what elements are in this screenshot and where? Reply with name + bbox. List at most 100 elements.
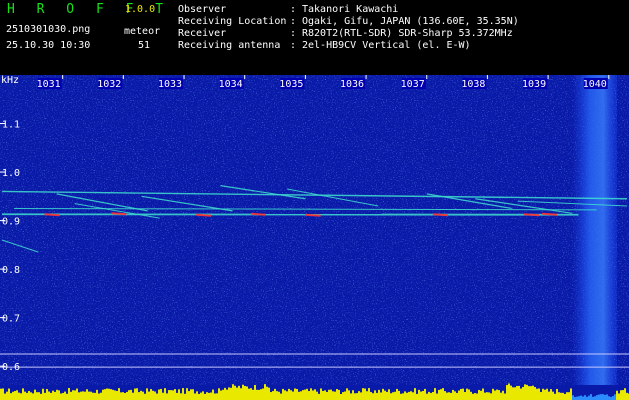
audio-level-column — [486, 392, 488, 400]
audio-level-column — [336, 389, 338, 400]
audio-level-column — [312, 390, 314, 400]
audio-level-column — [162, 392, 164, 400]
audio-level-column — [366, 391, 368, 400]
audio-level-column — [224, 387, 226, 400]
audio-level-column — [286, 391, 288, 400]
audio-level-column — [446, 392, 448, 400]
audio-level-column — [528, 386, 530, 400]
audio-level-column — [34, 389, 36, 400]
audio-level-column — [202, 391, 204, 400]
audio-level-column — [344, 391, 346, 400]
audio-level-column — [352, 390, 354, 400]
audio-level-column — [376, 392, 378, 400]
audio-level-column — [444, 391, 446, 400]
antenna-value: 2el-HB9CV Vertical (el. E-W) — [302, 40, 471, 51]
audio-level-column — [108, 388, 110, 400]
audio-level-column — [220, 390, 222, 400]
audio-level-column — [90, 391, 92, 400]
audio-level-column — [62, 392, 64, 400]
audio-level-column — [512, 387, 514, 400]
audio-level-column — [442, 388, 444, 400]
audio-level-column — [136, 388, 138, 400]
audio-level-column — [318, 393, 320, 400]
audio-level-column — [600, 394, 602, 400]
hrofft-window: H R O F F T 1.0.0 2510301030.png meteor … — [0, 0, 629, 400]
audio-level-column — [134, 388, 136, 400]
audio-level-column — [248, 388, 250, 400]
audio-level-column — [304, 389, 306, 400]
time-tick-label: 1032 — [97, 79, 121, 90]
audio-level-column — [342, 392, 344, 400]
audio-level-column — [110, 389, 112, 400]
audio-level-column — [114, 390, 116, 400]
audio-level-column — [266, 386, 268, 400]
audio-level-column — [594, 396, 596, 400]
audio-level-column — [188, 391, 190, 400]
audio-level-column — [280, 393, 282, 400]
audio-level-column — [82, 391, 84, 400]
audio-level-column — [516, 385, 518, 400]
audio-level-column — [330, 389, 332, 400]
audio-level-column — [116, 390, 118, 400]
audio-level-column — [448, 392, 450, 400]
audio-level-column — [368, 388, 370, 400]
audio-level-column — [282, 388, 284, 400]
audio-level-column — [50, 392, 52, 400]
audio-level-column — [502, 390, 504, 400]
audio-level-column — [532, 385, 534, 400]
audio-level-column — [78, 392, 80, 400]
audio-level-column — [518, 385, 520, 400]
audio-level-column — [210, 392, 212, 400]
audio-level-column — [182, 388, 184, 400]
time-tick-label: 1035 — [279, 79, 303, 90]
audio-level-column — [236, 387, 238, 400]
audio-level-column — [252, 389, 254, 400]
audio-level-column — [598, 394, 600, 400]
audio-level-column — [484, 392, 486, 400]
audio-level-column — [104, 389, 106, 400]
audio-level-column — [468, 389, 470, 400]
audio-level-column — [460, 388, 462, 400]
audio-level-column — [184, 393, 186, 400]
audio-level-column — [140, 390, 142, 400]
audio-level-column — [322, 390, 324, 400]
frequency-tick-label: 1.1 — [2, 120, 20, 131]
audio-level-column — [458, 390, 460, 400]
audio-level-column — [148, 391, 150, 400]
audio-level-column — [388, 389, 390, 400]
audio-level-column — [474, 393, 476, 400]
audio-level-column — [386, 391, 388, 400]
noise-texture — [0, 75, 629, 385]
audio-level-column — [434, 388, 436, 400]
audio-level-column — [490, 393, 492, 400]
audio-level-column — [454, 391, 456, 400]
audio-level-column — [450, 392, 452, 400]
audio-level-column — [20, 393, 22, 400]
audio-level-column — [198, 393, 200, 400]
audio-level-column — [38, 392, 40, 400]
audio-level-column — [76, 388, 78, 400]
audio-level-column — [424, 388, 426, 400]
audio-level-column — [552, 391, 554, 400]
audio-level-column — [260, 389, 262, 400]
audio-level-column — [430, 392, 432, 400]
audio-level-column — [390, 393, 392, 400]
audio-level-column — [530, 386, 532, 400]
audio-level-column — [186, 388, 188, 400]
audio-level-column — [172, 390, 174, 400]
audio-level-column — [194, 393, 196, 400]
audio-level-column — [410, 391, 412, 400]
audio-level-column — [470, 391, 472, 400]
audio-level-column — [118, 388, 120, 400]
audio-level-column — [168, 390, 170, 400]
audio-level-column — [374, 390, 376, 400]
audio-level-column — [128, 390, 130, 400]
audio-level-column — [378, 389, 380, 400]
audio-level-column — [146, 388, 148, 400]
audio-level-column — [326, 391, 328, 400]
audio-level-column — [412, 392, 414, 400]
audio-level-column — [584, 395, 586, 400]
audio-level-column — [192, 389, 194, 400]
audio-level-column — [418, 389, 420, 400]
audio-level-column — [14, 390, 16, 400]
